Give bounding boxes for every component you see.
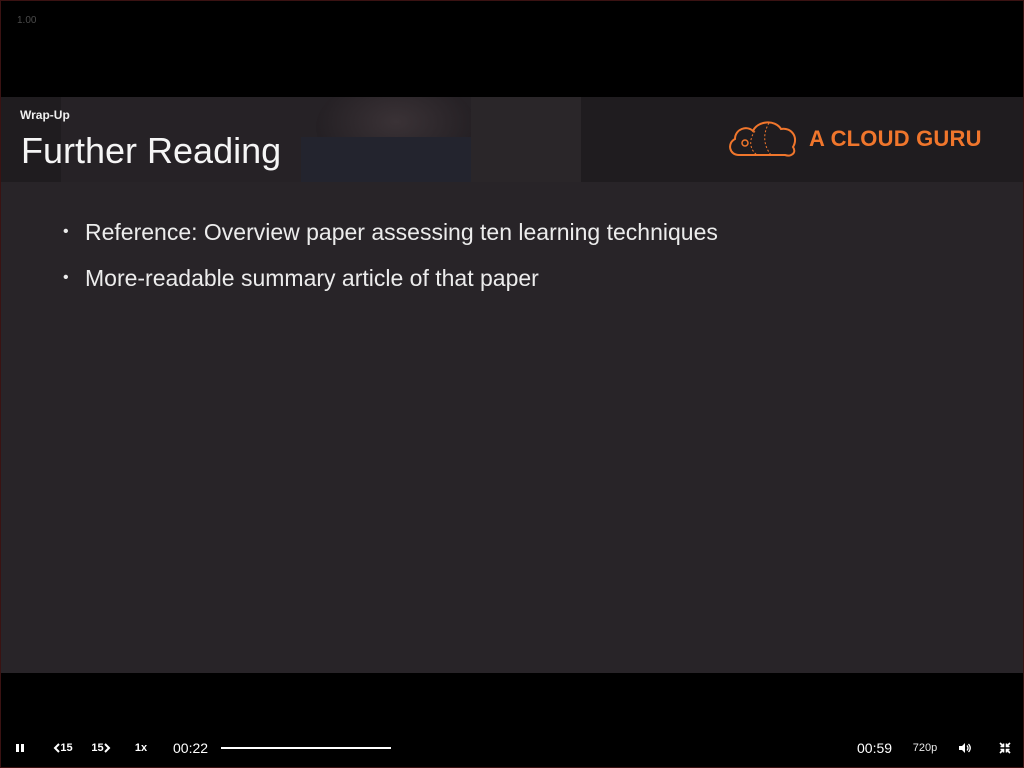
list-item: • Reference: Overview paper assessing te… [63, 209, 718, 255]
list-item: • More-readable summary article of that … [63, 255, 718, 301]
bullet-icon: • [63, 269, 69, 286]
video-player: 1.00 Wrap-Up Further Reading A CLOUD GUR… [0, 0, 1024, 768]
exit-fullscreen-icon [999, 742, 1011, 754]
cloud-icon [729, 121, 797, 157]
playback-speed-button[interactable]: 1x [129, 733, 153, 763]
current-time: 00:22 [173, 740, 209, 756]
rewind-label: 15 [60, 742, 73, 754]
bullet-text: More-readable summary article of that pa… [85, 265, 539, 291]
bullet-text: Reference: Overview paper assessing ten … [85, 219, 718, 245]
volume-icon [959, 743, 971, 753]
speed-overlay: 1.00 [17, 15, 37, 26]
section-label: Wrap-Up [20, 108, 70, 122]
chevron-left-icon [53, 743, 61, 753]
control-bar: 15 15 1x 00:22 00:59 720p [1, 733, 1023, 763]
forward-15-button[interactable]: 15 [87, 733, 115, 763]
brand-name: A CLOUD GURU [809, 126, 982, 151]
slide-header: Wrap-Up Further Reading A CLOUD GURU [1, 97, 1023, 182]
volume-button[interactable] [955, 733, 975, 763]
progress-fill [221, 747, 391, 749]
bullet-list: • Reference: Overview paper assessing te… [63, 209, 718, 301]
quality-label: 720p [912, 742, 938, 754]
exit-fullscreen-button[interactable] [995, 733, 1015, 763]
rewind-15-button[interactable]: 15 [49, 733, 77, 763]
slide-title: Further Reading [21, 130, 282, 171]
progress-bar[interactable] [221, 747, 391, 749]
brand-logo: A CLOUD GURU [725, 117, 982, 161]
bullet-icon: • [63, 223, 69, 240]
chevron-right-icon [103, 743, 111, 753]
quality-button[interactable]: 720p [907, 733, 943, 763]
speed-label: 1x [134, 742, 148, 754]
duration: 00:59 [857, 740, 893, 756]
pause-button[interactable] [9, 733, 31, 763]
pause-icon [16, 744, 24, 752]
video-frame[interactable]: Wrap-Up Further Reading A CLOUD GURU • R… [1, 97, 1023, 673]
forward-label: 15 [91, 742, 104, 754]
